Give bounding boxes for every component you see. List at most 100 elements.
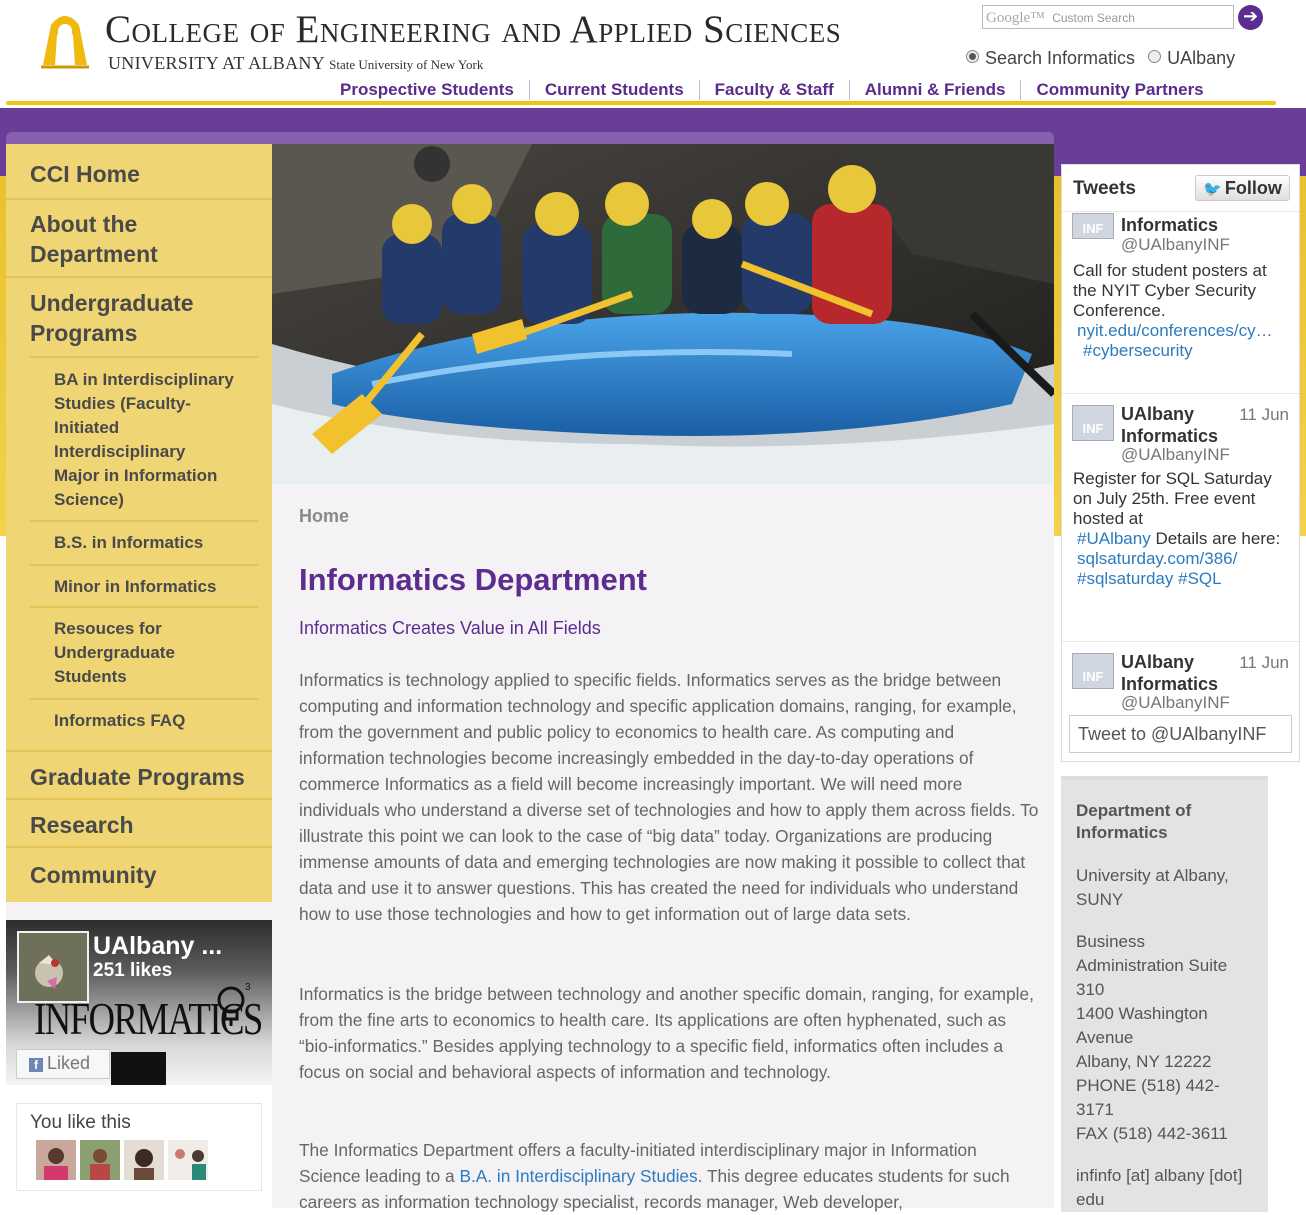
tweet-author-name[interactable]: UAlbany Informatics bbox=[1121, 651, 1218, 695]
tweets-header: Tweets 🐦 Follow bbox=[1062, 165, 1299, 212]
tweet-author-name[interactable]: UAlbany Informatics bbox=[1121, 403, 1218, 447]
liked-button[interactable]: f Liked bbox=[16, 1049, 110, 1079]
tweet-link[interactable]: sqlsaturday.com/386/ bbox=[1077, 549, 1237, 568]
tweet-date[interactable]: 11 Jun bbox=[1239, 653, 1289, 673]
tweet-hashtag[interactable]: #cybersecurity bbox=[1083, 341, 1193, 360]
tweet-link[interactable]: nyit.edu/conferences/cy… bbox=[1077, 321, 1273, 341]
author-line-1: UAlbany bbox=[1121, 652, 1195, 672]
breadcrumb[interactable]: Home bbox=[299, 506, 349, 527]
tweet-author-handle[interactable]: @UAlbanyINF bbox=[1121, 693, 1230, 713]
search-placeholder: Custom Search bbox=[1052, 11, 1135, 25]
tweet-author-handle[interactable]: @UAlbanyINF bbox=[1121, 445, 1230, 465]
header-divider bbox=[6, 101, 1276, 105]
facebook-like-count: 251 likes bbox=[93, 960, 173, 981]
department-name: Department of Informatics bbox=[1076, 801, 1192, 842]
tweet-item[interactable]: INF UAlbany Informatics 11 Jun @UAlbanyIN… bbox=[1062, 393, 1299, 642]
svg-text:3: 3 bbox=[245, 982, 251, 993]
friend-avatar[interactable] bbox=[168, 1140, 208, 1180]
page-title: Informatics Department bbox=[299, 562, 647, 597]
radio-unselected-icon[interactable] bbox=[1148, 50, 1162, 63]
tweet-date[interactable]: 11 Jun bbox=[1239, 405, 1289, 425]
radio-selected-icon[interactable] bbox=[966, 50, 979, 63]
tweet-item[interactable]: INF Informatics @UAlbanyINF Call for stu… bbox=[1062, 211, 1299, 394]
sidebar-item-about[interactable]: About the Department bbox=[6, 200, 272, 278]
sidebar-item-undergraduate[interactable]: Undergraduate Programs bbox=[6, 278, 272, 358]
scope-ualbany-label: UAlbany bbox=[1167, 48, 1236, 68]
university-suffix: State University of New York bbox=[329, 57, 484, 72]
sidebar-subitem-minor[interactable]: Minor in Informatics bbox=[30, 566, 258, 608]
liked-label: Liked bbox=[47, 1053, 91, 1073]
informatics-avatar-icon[interactable]: INF bbox=[1072, 213, 1114, 239]
author-line-2: Informatics bbox=[1121, 426, 1219, 446]
tweet-body: Register for SQL Saturday on July 25th. … bbox=[1073, 469, 1272, 528]
informatics-avatar-icon[interactable]: INF bbox=[1072, 405, 1114, 441]
tweet-hashtags[interactable]: #sqlsaturday #SQL bbox=[1077, 569, 1222, 588]
rafting-hero-image bbox=[272, 144, 1054, 484]
tweet-text: Call for student posters at the NYIT Cyb… bbox=[1073, 261, 1293, 361]
follow-label: Follow bbox=[1224, 178, 1282, 198]
google-brand: Google™ bbox=[986, 10, 1045, 26]
bridge-paragraph: Informatics is the bridge between techno… bbox=[299, 984, 1034, 1082]
left-sidebar-nav: CCI Home About the Department Undergradu… bbox=[6, 144, 272, 902]
sidebar-item-community[interactable]: Community bbox=[6, 848, 272, 902]
twitter-widget: Tweets 🐦 Follow INF Informatics @UAlbanyI… bbox=[1061, 164, 1300, 762]
intro-paragraph: Informatics is technology applied to spe… bbox=[299, 670, 1039, 924]
sidebar-subitem-resources[interactable]: Resouces for Undergraduate Students bbox=[30, 608, 258, 700]
ba-interdisciplinary-link[interactable]: B.A. in Interdisciplinary Studies bbox=[459, 1166, 697, 1186]
sidebar-subitem-ba-interdisciplinary[interactable]: BA in Interdisciplinary Studies (Faculty… bbox=[30, 358, 258, 522]
college-title: College of Engineering and Applied Scien… bbox=[105, 8, 842, 51]
city-address: Albany, NY 12222 bbox=[1076, 1052, 1212, 1071]
scope-informatics-option[interactable]: Search Informatics bbox=[966, 48, 1135, 68]
tweet-item[interactable]: INF UAlbany Informatics 11 Jun @UAlbanyIN… bbox=[1062, 641, 1299, 713]
street-address: 1400 Washington Avenue bbox=[1076, 1004, 1208, 1047]
sidebar-item-cci-home[interactable]: CCI Home bbox=[6, 144, 272, 200]
tweet-body-continued: Details are here: bbox=[1155, 529, 1281, 548]
scope-ualbany-option[interactable]: UAlbany bbox=[1148, 48, 1235, 68]
author-line-2: Informatics bbox=[1121, 674, 1219, 694]
nav-alumni-friends[interactable]: Alumni & Friends bbox=[850, 80, 1022, 100]
friend-avatar[interactable] bbox=[124, 1140, 164, 1180]
search-input[interactable]: Google™ Custom Search bbox=[982, 5, 1234, 29]
tweet-hashtag[interactable]: #UAlbany bbox=[1077, 529, 1151, 548]
tweets-title: Tweets bbox=[1073, 178, 1137, 199]
sidebar-item-research[interactable]: Research bbox=[6, 800, 272, 848]
facebook-cover: UAlbany ... 251 likes INFORMATICS 3 f Lik… bbox=[6, 920, 272, 1085]
friend-avatar[interactable] bbox=[36, 1140, 76, 1180]
tweet-author-handle[interactable]: @UAlbanyINF bbox=[1121, 235, 1230, 255]
email-address: infinfo [at] albany [dot] edu bbox=[1076, 1166, 1243, 1209]
facebook-f-icon: f bbox=[29, 1058, 43, 1072]
tweet-body: Call for student posters at the NYIT Cyb… bbox=[1073, 261, 1267, 320]
page-subtitle: Informatics Creates Value in All Fields bbox=[299, 618, 601, 638]
scope-informatics-label: Search Informatics bbox=[985, 48, 1136, 68]
sidebar-subitem-bs-informatics[interactable]: B.S. in Informatics bbox=[30, 522, 258, 566]
sidebar-item-graduate[interactable]: Graduate Programs bbox=[6, 752, 272, 800]
building-address: Business Administration Suite 310 bbox=[1076, 932, 1228, 999]
nav-prospective-students[interactable]: Prospective Students bbox=[325, 80, 530, 100]
nav-community-partners[interactable]: Community Partners bbox=[1021, 80, 1218, 100]
contact-info-box: Department of Informatics University at … bbox=[1061, 776, 1268, 1212]
tweet-author-name[interactable]: Informatics bbox=[1121, 214, 1218, 236]
informatics-avatar-icon[interactable]: INF bbox=[1072, 653, 1114, 689]
facebook-page-name[interactable]: UAlbany ... bbox=[93, 932, 222, 961]
follow-button[interactable]: 🐦 Follow bbox=[1195, 175, 1290, 201]
degree-paragraph: The Informatics Department offers a facu… bbox=[299, 1137, 1041, 1215]
university-address: University at Albany, SUNY bbox=[1076, 866, 1229, 909]
top-nav: Prospective Students Current Students Facu… bbox=[325, 80, 1219, 102]
lightbulb-icon: 3 bbox=[217, 982, 251, 1026]
sidebar-subitem-faq[interactable]: Informatics FAQ bbox=[30, 700, 258, 752]
nav-faculty-staff[interactable]: Faculty & Staff bbox=[700, 80, 850, 100]
search-scope: Search Informatics UAlbany bbox=[966, 48, 1235, 69]
college-logo[interactable] bbox=[33, 5, 97, 73]
you-like-this-text: You like this bbox=[30, 1112, 131, 1133]
tweet-text: Register for SQL Saturday on July 25th. … bbox=[1073, 469, 1293, 589]
author-line-1: UAlbany bbox=[1121, 404, 1195, 424]
tweet-to-button[interactable]: Tweet to @UAlbanyINF bbox=[1069, 715, 1292, 753]
arrow-right-icon[interactable]: ➔ bbox=[1238, 5, 1263, 30]
cover-graphic bbox=[111, 1052, 166, 1085]
fax-number: FAX (518) 442-3611 bbox=[1076, 1124, 1228, 1143]
university-name: UNIVERSITY AT ALBANY State University of… bbox=[108, 53, 483, 74]
twitter-bird-icon: 🐦 bbox=[1203, 181, 1222, 198]
phone-number: PHONE (518) 442-3171 bbox=[1076, 1076, 1220, 1119]
friend-avatar[interactable] bbox=[80, 1140, 120, 1180]
nav-current-students[interactable]: Current Students bbox=[530, 80, 700, 100]
